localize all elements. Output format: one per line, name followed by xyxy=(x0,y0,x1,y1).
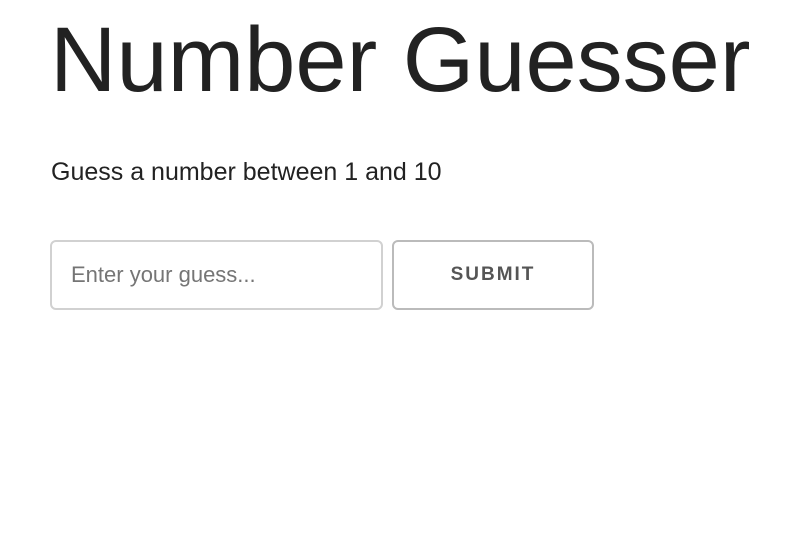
page-title: Number Guesser xyxy=(50,9,751,111)
instructions-text: Guess a number between 1 and 10 xyxy=(51,158,442,186)
guess-form: SUBMIT xyxy=(50,240,594,310)
game-container: Number Guesser Guess a number between 1 … xyxy=(0,0,795,536)
submit-button[interactable]: SUBMIT xyxy=(392,240,594,310)
guess-input[interactable] xyxy=(50,240,383,310)
